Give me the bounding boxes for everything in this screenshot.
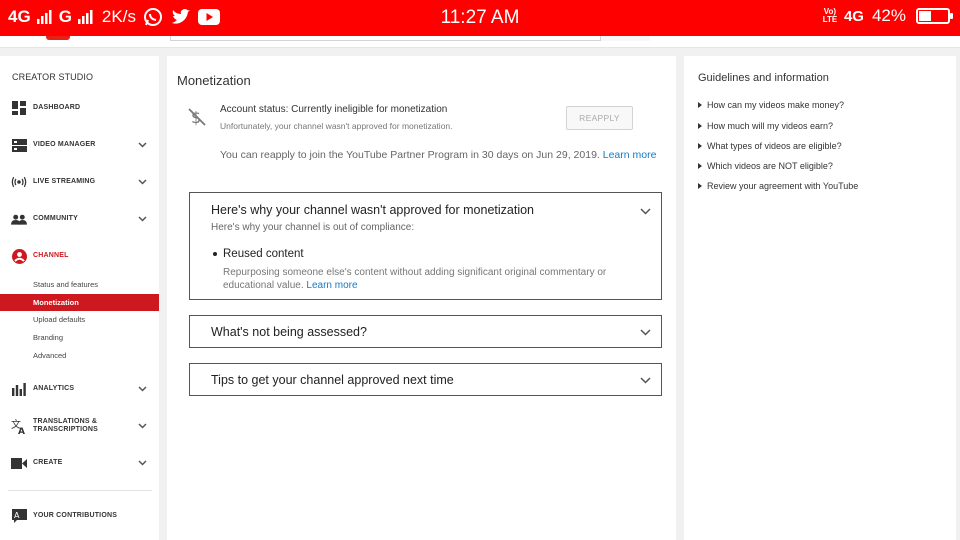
network-indicator-3: 4G — [843, 7, 864, 25]
guideline-link[interactable]: How much will my videos earn? — [698, 121, 833, 131]
status-bar: 4G G 2K/s 11:27 AM Vo) LTE 4G 42% — [0, 0, 960, 36]
chevron-down-icon[interactable] — [137, 458, 147, 468]
caret-right-icon — [698, 163, 702, 169]
sidebar-divider — [8, 490, 152, 491]
status-bar-right: Vo) LTE 4G 42% — [822, 6, 953, 26]
chevron-down-icon[interactable] — [639, 374, 651, 386]
sidebar-item-label: YOUR CONTRIBUTIONS — [33, 512, 118, 519]
search-button[interactable] — [600, 36, 650, 41]
panel-title: Here's why your channel wasn't approved … — [211, 203, 534, 217]
live-streaming-icon — [11, 174, 27, 190]
youtube-header-remnant — [0, 36, 960, 48]
chevron-down-icon[interactable] — [137, 384, 147, 394]
guideline-link-label: Review your agreement with YouTube — [707, 181, 859, 191]
panel-not-assessed[interactable]: What's not being assessed? — [189, 315, 662, 348]
volte-indicator: Vo) LTE — [822, 7, 838, 24]
reason-learn-more-link[interactable]: Learn more — [306, 280, 357, 291]
sidebar-title: CREATOR STUDIO — [12, 72, 94, 82]
chevron-down-icon[interactable] — [639, 205, 651, 217]
community-icon — [11, 211, 27, 227]
sidebar: CREATOR STUDIO DASHBOARD VIDEO MANAGER L… — [0, 56, 159, 540]
reason-description-text: Repurposing someone else's content witho… — [223, 267, 607, 291]
main-content: Monetization $ Account status: Currently… — [167, 56, 676, 540]
sidebar-item-label: CHANNEL — [33, 252, 69, 259]
guidelines-panel: Guidelines and information How can my vi… — [684, 56, 956, 540]
guideline-link-label: What types of videos are eligible? — [707, 141, 842, 151]
chevron-down-icon[interactable] — [137, 140, 147, 150]
sidebar-item-analytics[interactable]: ANALYTICS — [0, 378, 159, 400]
panel-title: What's not being assessed? — [211, 325, 367, 339]
sidebar-item-label: ANALYTICS — [33, 385, 75, 392]
no-money-icon: $ — [188, 108, 206, 127]
guideline-link-label: Which videos are NOT eligible? — [707, 161, 833, 171]
caret-right-icon — [698, 123, 702, 129]
panel-title: Tips to get your channel approved next t… — [211, 373, 454, 387]
sidebar-item-label: CREATE — [33, 459, 63, 466]
caret-right-icon — [698, 183, 702, 189]
battery-percent: 42% — [871, 6, 906, 25]
sidebar-item-live-streaming[interactable]: LIVE STREAMING — [0, 171, 159, 193]
guideline-link[interactable]: How can my videos make money? — [698, 100, 844, 110]
sidebar-item-label: LIVE STREAMING — [33, 178, 96, 185]
svg-text:A: A — [14, 511, 20, 520]
sidebar-item-translations[interactable]: 文A TRANSLATIONS & TRANSCRIPTIONS — [0, 415, 159, 437]
dashboard-icon — [11, 100, 27, 116]
youtube-logo[interactable] — [46, 36, 70, 40]
sidebar-item-create[interactable]: CREATE — [0, 452, 159, 474]
battery-fill — [919, 11, 931, 21]
account-status: Account status: Currently ineligible for… — [220, 104, 448, 115]
reapply-button[interactable]: REAPPLY — [566, 106, 633, 130]
guideline-link[interactable]: Which videos are NOT eligible? — [698, 161, 833, 171]
create-icon — [11, 455, 27, 471]
video-manager-icon — [11, 137, 27, 153]
page-title: Monetization — [177, 73, 251, 88]
battery-icon — [916, 8, 953, 24]
subnav-monetization[interactable]: Monetization — [0, 294, 159, 311]
svg-text:$: $ — [191, 108, 201, 127]
subnav-upload-defaults[interactable]: Upload defaults — [0, 311, 159, 328]
guideline-link[interactable]: Review your agreement with YouTube — [698, 181, 858, 191]
learn-more-link[interactable]: Learn more — [603, 149, 657, 161]
chevron-down-icon[interactable] — [137, 177, 147, 187]
chevron-down-icon[interactable] — [137, 214, 147, 224]
reason-title: Reused content — [223, 248, 304, 260]
account-status-detail: Unfortunately, your channel wasn't appro… — [220, 121, 453, 131]
panel-subtitle: Here's why your channel is out of compli… — [211, 222, 415, 233]
sidebar-item-label: TRANSLATIONS & TRANSCRIPTIONS — [33, 418, 99, 433]
reason-description: Repurposing someone else's content witho… — [223, 266, 655, 292]
bullet — [213, 252, 217, 256]
sidebar-item-dashboard[interactable]: DASHBOARD — [0, 97, 159, 119]
reapply-note: You can reapply to join the YouTube Part… — [220, 149, 656, 161]
sidebar-item-your-contributions[interactable]: A YOUR CONTRIBUTIONS — [0, 505, 159, 527]
chevron-down-icon[interactable] — [639, 326, 651, 338]
subnav-advanced[interactable]: Advanced — [0, 347, 159, 364]
guidelines-title: Guidelines and information — [698, 72, 829, 84]
caret-right-icon — [698, 102, 702, 108]
sidebar-item-video-manager[interactable]: VIDEO MANAGER — [0, 134, 159, 156]
analytics-icon — [11, 381, 27, 397]
guideline-link-label: How can my videos make money? — [707, 100, 845, 110]
subnav-status-and-features[interactable]: Status and features — [0, 276, 159, 293]
reapply-note-text: You can reapply to join the YouTube Part… — [220, 149, 600, 161]
clock: 11:27 AM — [440, 7, 520, 28]
sidebar-item-channel[interactable]: CHANNEL — [0, 245, 159, 267]
caret-right-icon — [698, 143, 702, 149]
svg-text:A: A — [18, 427, 25, 434]
channel-icon — [11, 248, 27, 264]
chevron-down-icon[interactable] — [137, 421, 147, 431]
guideline-link-label: How much will my videos earn? — [707, 121, 834, 131]
sidebar-item-community[interactable]: COMMUNITY — [0, 208, 159, 230]
sidebar-item-label: COMMUNITY — [33, 215, 78, 222]
panel-tips[interactable]: Tips to get your channel approved next t… — [189, 363, 662, 396]
sidebar-item-label: VIDEO MANAGER — [33, 141, 96, 148]
search-input[interactable] — [170, 36, 650, 41]
subnav-branding[interactable]: Branding — [0, 329, 159, 346]
contributions-icon: A — [11, 508, 27, 524]
translate-icon: 文A — [11, 418, 27, 434]
panel-why-not-approved[interactable]: Here's why your channel wasn't approved … — [189, 192, 662, 300]
sidebar-item-label: DASHBOARD — [33, 104, 81, 111]
guideline-link[interactable]: What types of videos are eligible? — [698, 141, 842, 151]
